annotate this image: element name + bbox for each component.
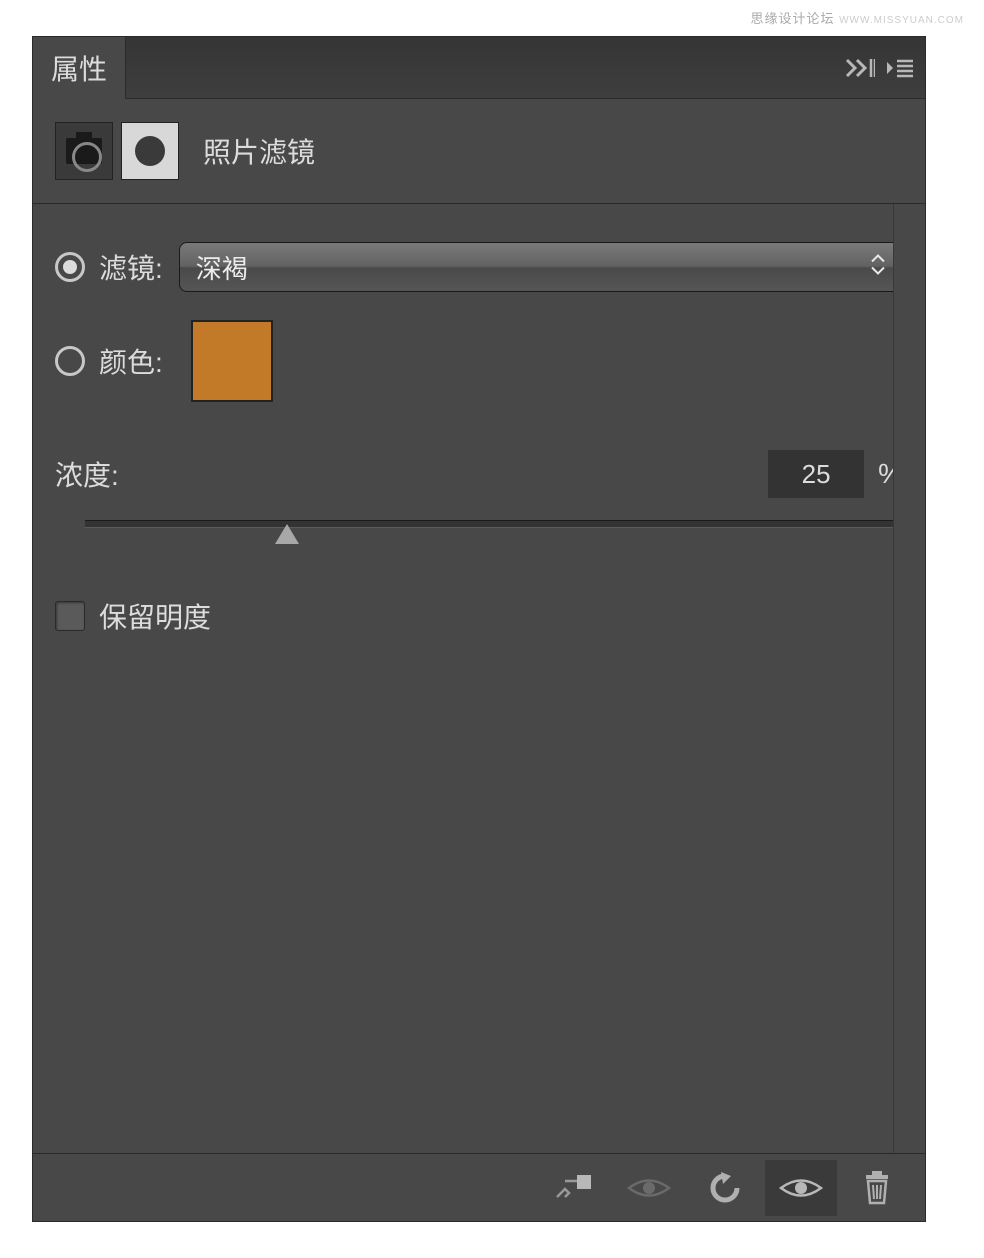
collapse-icon[interactable] <box>845 58 875 78</box>
preserve-luminosity-row: 保留明度 <box>55 596 903 636</box>
view-previous-state-button[interactable] <box>613 1160 685 1216</box>
panel-tab-properties[interactable]: 属性 <box>33 37 126 99</box>
density-label: 浓度: <box>55 454 119 494</box>
toggle-visibility-button[interactable] <box>765 1160 837 1216</box>
slider-track <box>85 520 893 528</box>
preserve-luminosity-checkbox[interactable] <box>55 601 85 631</box>
panel-header: 属性 <box>33 37 925 99</box>
color-swatch[interactable] <box>191 320 273 402</box>
color-row: 颜色: <box>55 320 903 402</box>
filter-label: 滤镜: <box>99 247 163 287</box>
preserve-luminosity-label: 保留明度 <box>99 596 211 636</box>
layer-mask-button[interactable] <box>121 122 179 180</box>
delete-button[interactable] <box>841 1160 913 1216</box>
density-slider[interactable] <box>85 516 893 546</box>
panel-menu-icon[interactable] <box>887 58 913 78</box>
density-input[interactable] <box>768 450 864 498</box>
dropdown-arrows-icon <box>870 253 886 282</box>
scrollbar[interactable] <box>893 204 925 1153</box>
watermark-en: WWW.MISSYUAN.COM <box>839 15 964 26</box>
filter-row: 滤镜: 深褐 <box>55 242 903 292</box>
mask-icon <box>135 136 165 166</box>
color-label: 颜色: <box>99 341 163 381</box>
camera-icon <box>66 138 102 164</box>
reset-button[interactable] <box>689 1160 761 1216</box>
color-radio[interactable] <box>55 346 85 376</box>
clip-to-layer-button[interactable] <box>537 1160 609 1216</box>
filter-dropdown[interactable]: 深褐 <box>179 242 903 292</box>
adjustment-type-icon[interactable] <box>55 122 113 180</box>
watermark-cn: 思缘设计论坛 <box>750 11 834 26</box>
filter-dropdown-value: 深褐 <box>196 249 248 286</box>
filter-radio[interactable] <box>55 252 85 282</box>
panel-header-spacer <box>126 37 925 99</box>
density-row: 浓度: % <box>55 450 903 498</box>
adjustment-header: 照片滤镜 <box>33 99 925 204</box>
slider-thumb[interactable] <box>275 524 299 544</box>
panel-title: 属性 <box>51 48 107 88</box>
bottom-bar <box>33 1153 925 1221</box>
adjustment-type-label: 照片滤镜 <box>203 131 315 171</box>
watermark: 思缘设计论坛 WWW.MISSYUAN.COM <box>750 8 964 27</box>
properties-panel: 属性 <box>32 36 926 1222</box>
panel-content: 滤镜: 深褐 颜色: 浓度: % <box>33 204 925 1153</box>
